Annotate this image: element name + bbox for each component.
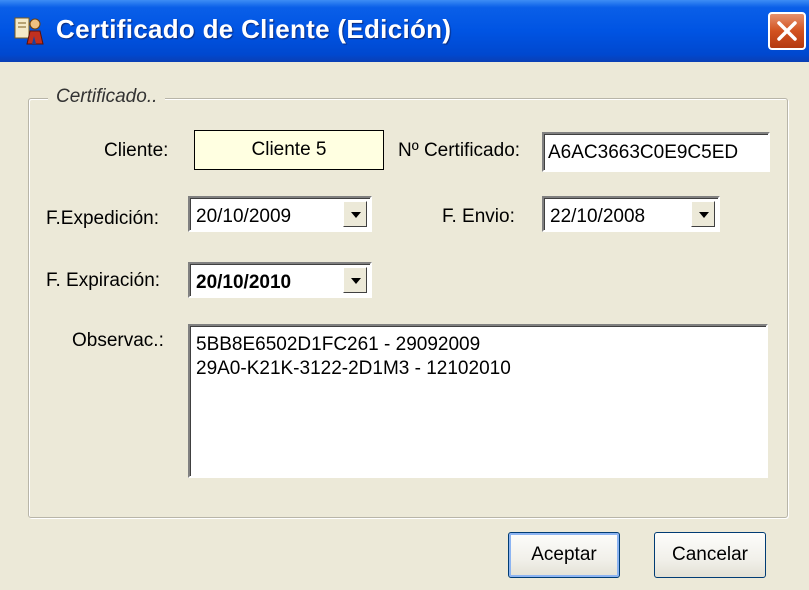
expiracion-value: 20/10/2010 xyxy=(196,272,292,293)
expiracion-label: F. Expiración: xyxy=(46,270,161,291)
expedicion-datepicker[interactable]: 20/10/2009 xyxy=(188,196,372,232)
chevron-down-icon xyxy=(351,212,361,218)
cancel-button[interactable]: Cancelar xyxy=(654,532,766,578)
chevron-down-icon xyxy=(699,212,709,218)
observaciones-label: Observac.: xyxy=(72,330,164,351)
expedicion-dropdown-button[interactable] xyxy=(343,201,367,227)
envio-dropdown-button[interactable] xyxy=(691,201,715,227)
envio-value: 22/10/2008 xyxy=(550,206,646,227)
expiracion-dropdown-button[interactable] xyxy=(343,267,367,293)
observaciones-textarea[interactable]: 5BB8E6502D1FC261 - 29092009 29A0-K21K-31… xyxy=(188,324,768,478)
certificado-input[interactable]: A6AC3663C0E9C5ED xyxy=(542,132,770,172)
certificado-label: Nº Certificado: xyxy=(398,140,521,161)
certificate-person-icon xyxy=(14,17,44,45)
window-title: Certificado de Cliente (Edición) xyxy=(56,14,452,44)
envio-datepicker[interactable]: 22/10/2008 xyxy=(542,196,720,232)
envio-label: F. Envio: xyxy=(442,206,515,227)
cliente-label: Cliente: xyxy=(104,140,169,161)
close-icon xyxy=(777,21,797,41)
cliente-value: Cliente 5 xyxy=(194,130,384,170)
expiracion-datepicker[interactable]: 20/10/2010 xyxy=(188,262,372,298)
close-button[interactable] xyxy=(768,12,806,50)
title-bar[interactable]: Certificado de Cliente (Edición) xyxy=(0,0,809,62)
expedicion-value: 20/10/2009 xyxy=(196,206,292,227)
observaciones-line: 5BB8E6502D1FC261 - 29092009 xyxy=(196,334,481,355)
dialog-window: Certificado de Cliente (Edición) Certifi… xyxy=(0,0,809,590)
certificado-value: A6AC3663C0E9C5ED xyxy=(548,142,739,163)
expedicion-label: F.Expedición: xyxy=(46,208,160,229)
accept-button[interactable]: Aceptar xyxy=(508,532,620,578)
chevron-down-icon xyxy=(351,278,361,284)
observaciones-line: 29A0-K21K-3122-2D1M3 - 12102010 xyxy=(196,358,511,379)
groupbox-label: Certificado.. xyxy=(48,86,166,108)
